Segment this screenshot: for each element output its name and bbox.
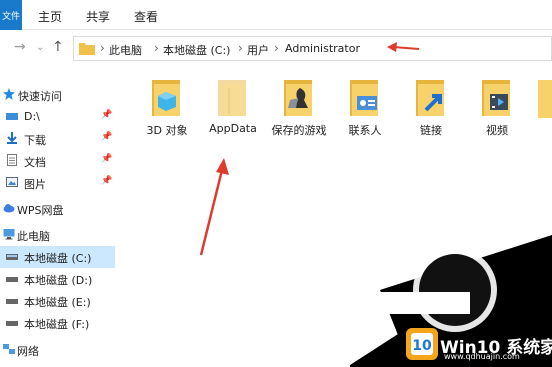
folder-contacts-icon: [350, 80, 378, 116]
star-icon: [3, 88, 15, 100]
folder-icon: [218, 80, 246, 116]
file-tab-label: 文件: [1, 11, 20, 22]
sidebar-item-drive-d[interactable]: 本地磁盘 (D:): [0, 268, 115, 290]
sidebar-item-downloads[interactable]: 下载 📌: [0, 128, 115, 150]
tab-view[interactable]: 查看: [134, 8, 158, 25]
navigation-pane: 快速访问 D:\ 📌 下载 📌 文档 📌 图片 📌 WPS网盘 此电脑 本地磁盘…: [0, 80, 115, 367]
cloud-icon: [3, 204, 15, 213]
sidebar-item-label: 下载: [24, 134, 46, 147]
folder-partial[interactable]: [538, 74, 552, 144]
annotation-arrow-appdata: [199, 158, 229, 256]
document-icon: [7, 154, 17, 166]
sidebar-item-drive-e[interactable]: 本地磁盘 (E:): [0, 290, 115, 312]
chevron-right-icon[interactable]: ›: [238, 41, 243, 55]
pin-icon[interactable]: 📌: [101, 110, 112, 120]
folder-links-icon: [416, 80, 444, 116]
sidebar-quick-access-label: 快速访问: [18, 90, 62, 103]
folder-3d-icon: [152, 80, 180, 116]
sidebar-item-label: WPS网盘: [17, 204, 64, 217]
pin-icon[interactable]: 📌: [101, 176, 112, 186]
sidebar-item-label: 本地磁盘 (D:): [24, 274, 93, 287]
folder-videos-icon: [482, 80, 510, 116]
pin-icon[interactable]: 📌: [101, 154, 112, 164]
watermark-logo-text: 10: [412, 338, 432, 354]
folder-videos[interactable]: 视频: [464, 74, 530, 144]
sidebar-item-network[interactable]: 网络: [0, 339, 115, 361]
breadcrumb-drive-c[interactable]: 本地磁盘 (C:): [163, 42, 230, 58]
drive-icon: [6, 277, 18, 282]
sidebar-item-this-pc[interactable]: 此电脑: [0, 224, 115, 246]
tab-home[interactable]: 主页: [38, 8, 62, 25]
sidebar-item-pictures[interactable]: 图片 📌: [0, 172, 115, 194]
ribbon: 文件 主页 共享 查看: [0, 0, 552, 30]
sidebar-quick-access[interactable]: 快速访问: [0, 84, 115, 106]
watermark-url: www.qdhuajin.com: [444, 352, 520, 361]
watermark-logo: 10: [406, 328, 438, 360]
tab-share[interactable]: 共享: [86, 8, 110, 25]
address-bar[interactable]: › 此电脑 › 本地磁盘 (C:) › 用户 › Administrator: [73, 36, 552, 61]
sidebar-item-label: 本地磁盘 (F:): [24, 318, 90, 331]
sidebar-item-wps[interactable]: WPS网盘: [0, 198, 115, 220]
sidebar-item-label: 此电脑: [17, 230, 50, 243]
download-icon: [7, 132, 17, 144]
sidebar-item-label: 文档: [24, 156, 46, 169]
recent-locations-icon[interactable]: ⌄: [36, 42, 44, 53]
sidebar-item-label: 网络: [17, 345, 39, 358]
address-row: → ⌄ ↑ › 此电脑 › 本地磁盘 (C:) › 用户 › Administr…: [0, 31, 552, 67]
drive-icon: [6, 254, 18, 260]
sidebar-item-label: D:\: [24, 110, 40, 123]
sidebar-item-documents[interactable]: 文档 📌: [0, 150, 115, 172]
folder-icon: [538, 80, 552, 118]
sidebar-item-drive-c[interactable]: 本地磁盘 (C:): [0, 246, 115, 268]
folder-view: 3D 对象 AppData 保存的游戏 联系人 链接 视频: [130, 70, 552, 367]
file-tab[interactable]: 文件: [0, 0, 22, 30]
chevron-right-icon[interactable]: ›: [100, 41, 105, 55]
chevron-right-icon[interactable]: ›: [274, 41, 279, 55]
breadcrumb-users[interactable]: 用户: [247, 42, 269, 58]
network-icon: [3, 344, 15, 354]
drive-icon: [6, 321, 18, 326]
breadcrumb-administrator[interactable]: Administrator: [285, 42, 360, 55]
computer-icon: [3, 229, 15, 240]
sidebar-item-label: 本地磁盘 (E:): [24, 296, 91, 309]
folder-icon: [79, 43, 95, 55]
folder-games-icon: [284, 80, 312, 116]
drive-icon: [6, 113, 18, 120]
back-icon[interactable]: →: [14, 39, 26, 55]
annotation-arrow-address: [387, 42, 420, 52]
drive-icon: [6, 299, 18, 304]
sidebar-item-label: 图片: [24, 178, 46, 191]
sidebar-item-d-drive[interactable]: D:\ 📌: [0, 106, 115, 128]
breadcrumb-this-pc[interactable]: 此电脑: [109, 42, 142, 58]
pin-icon[interactable]: 📌: [101, 132, 112, 142]
up-icon[interactable]: ↑: [52, 39, 64, 55]
sidebar-item-drive-f[interactable]: 本地磁盘 (F:): [0, 312, 115, 334]
folder-label: 视频: [486, 124, 508, 137]
chevron-right-icon[interactable]: ›: [154, 41, 159, 55]
picture-icon: [6, 177, 18, 187]
sidebar-item-label: 本地磁盘 (C:): [24, 252, 92, 265]
